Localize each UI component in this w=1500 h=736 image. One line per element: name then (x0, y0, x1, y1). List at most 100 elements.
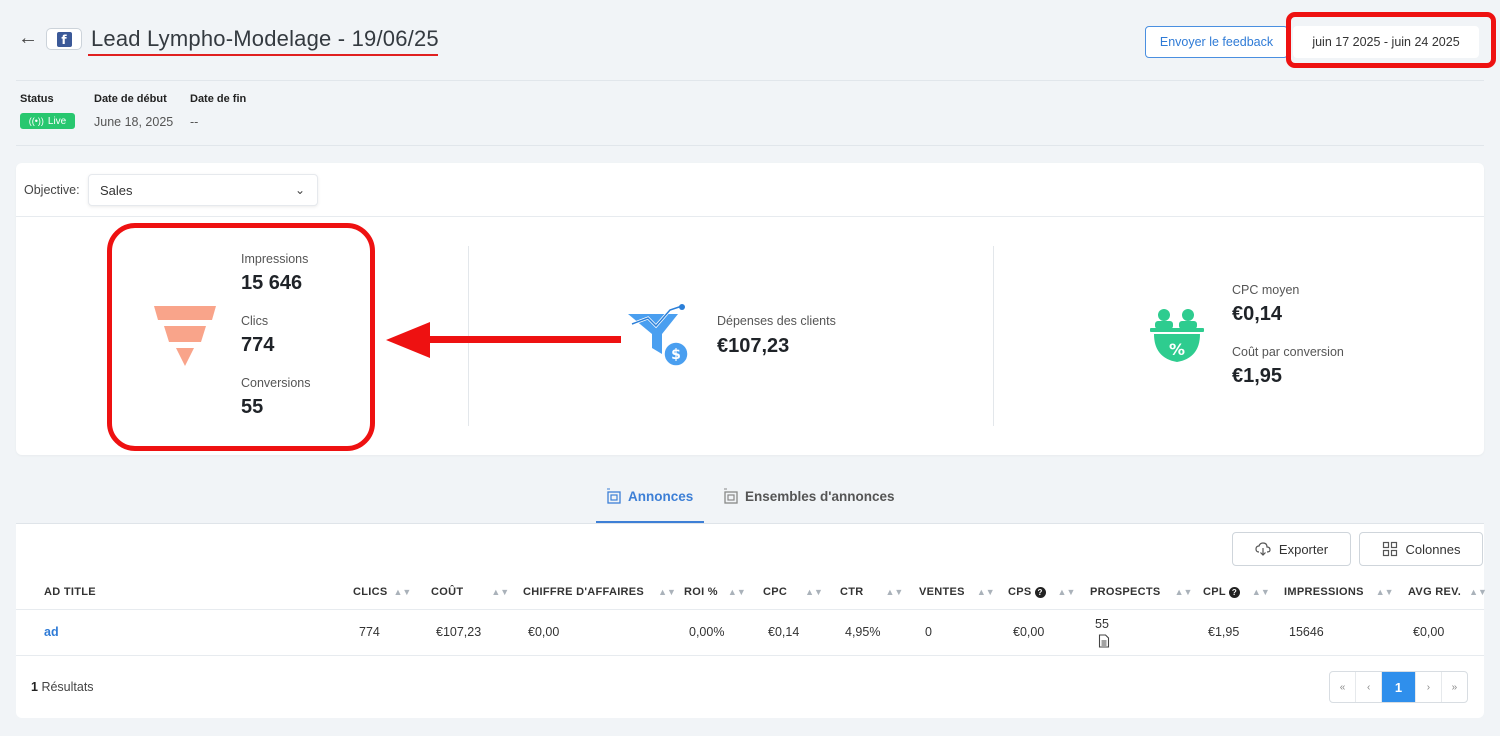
col-header-label: COÛT (431, 586, 464, 598)
col-header-label: ROI % (684, 586, 718, 598)
col-header-label: CPS (1008, 586, 1032, 598)
col-header-cps[interactable]: CPS? ▲▼ (1008, 586, 1075, 598)
results-count: 1 Résultats (31, 680, 94, 694)
active-tab-indicator (596, 521, 704, 523)
col-header-label: CTR (840, 586, 864, 598)
date-range-highlight-annotation (1286, 12, 1496, 68)
sort-icon: ▲▼ (1251, 587, 1270, 597)
col-header-label: PROSPECTS (1090, 586, 1161, 598)
end-date-label: Date de fin (190, 93, 247, 105)
col-header-roi[interactable]: ROI % ▲▼ (684, 586, 746, 598)
facebook-badge: f (46, 28, 82, 50)
document-icon[interactable] (1098, 634, 1110, 648)
funnel-highlight-annotation (107, 223, 375, 451)
header-divider (16, 80, 1484, 81)
col-header-clics[interactable]: CLICS ▲▼ (353, 586, 411, 598)
header-row-divider (16, 609, 1484, 610)
col-header-impressions[interactable]: IMPRESSIONS ▲▼ (1284, 586, 1394, 598)
ad-title-link[interactable]: ad (44, 625, 59, 639)
start-date-label: Date de début (94, 93, 167, 105)
pager-page-1[interactable]: 1 (1382, 672, 1416, 702)
pager-prev-button[interactable]: ‹ (1356, 672, 1383, 702)
end-date-value: -- (190, 115, 199, 129)
data-row-divider (16, 655, 1484, 656)
pager-next-button[interactable]: › (1416, 672, 1442, 702)
objective-select[interactable]: Sales ⌄ (88, 174, 318, 206)
col-header-label: VENTES (919, 586, 965, 598)
col-header-chiffre-affaires[interactable]: CHIFFRE D'AFFAIRES ▲▼ (523, 586, 676, 598)
page-title: Lead Lympho-Modelage - 19/06/25 (91, 26, 439, 51)
pagination: « ‹ 1 › » (1329, 671, 1468, 703)
feedback-button[interactable]: Envoyer le feedback (1145, 26, 1288, 58)
sort-icon: ▲▼ (491, 587, 510, 597)
col-header-ctr[interactable]: CTR ▲▼ (840, 586, 903, 598)
help-icon[interactable]: ? (1228, 586, 1240, 598)
status-value: Live (47, 115, 67, 127)
adset-image-icon (724, 488, 738, 504)
col-header-label: CHIFFRE D'AFFAIRES (523, 586, 645, 598)
tab-ensembles-label: Ensembles d'annonces (745, 488, 895, 504)
cell-ventes: 0 (925, 625, 932, 639)
cpa-value: €1,95 (1232, 365, 1283, 387)
start-date-value: June 18, 2025 (94, 115, 174, 129)
title-underline-annotation (88, 54, 438, 56)
cell-cps: €0,00 (1013, 625, 1045, 639)
cell-clics: 774 (359, 625, 380, 639)
export-label: Exporter (1278, 541, 1329, 557)
sort-icon: ▲▼ (976, 587, 995, 597)
facebook-icon: f (56, 31, 72, 47)
col-header-avg-rev[interactable]: AVG REV. ▲▼ (1408, 586, 1487, 598)
col-header-ad-title[interactable]: AD TITLE (44, 586, 96, 598)
cell-cpl: €1,95 (1208, 625, 1240, 639)
svg-text:%: % (1169, 340, 1185, 359)
export-button[interactable]: Exporter (1232, 532, 1351, 566)
meta-divider (16, 145, 1484, 146)
cpa-label: Coût par conversion (1232, 345, 1344, 359)
cell-ctr: 4,95% (845, 625, 881, 639)
live-signal-icon: ((•)) (28, 116, 44, 126)
columns-grid-icon (1382, 541, 1397, 557)
sort-icon: ▲▼ (658, 587, 676, 597)
back-arrow-icon[interactable]: ← (18, 26, 38, 50)
columns-button[interactable]: Colonnes (1359, 532, 1483, 566)
spend-value: €107,23 (717, 335, 790, 357)
spend-label: Dépenses des clients (717, 314, 836, 328)
card-divider (16, 216, 1484, 217)
sort-icon: ▲▼ (1375, 587, 1394, 597)
pager-first-button[interactable]: « (1330, 672, 1357, 702)
sort-icon: ▲▼ (1057, 587, 1076, 597)
cloud-download-icon (1255, 542, 1271, 556)
chevron-down-icon: ⌄ (294, 183, 305, 197)
col-header-prospects[interactable]: PROSPECTS ▲▼ (1090, 586, 1192, 598)
col-header-cpl[interactable]: CPL? ▲▼ (1203, 586, 1270, 598)
col-header-label: AD TITLE (44, 586, 96, 598)
cell-cout: €107,23 (436, 625, 482, 639)
stat-divider (993, 246, 994, 426)
sort-icon: ▲▼ (727, 587, 746, 597)
cell-impressions: 15646 (1289, 625, 1324, 639)
col-header-label: CPL (1203, 586, 1226, 598)
ad-image-icon (607, 488, 621, 504)
col-header-label: CPC (763, 586, 788, 598)
arrow-annotation-head (386, 322, 430, 358)
col-header-cpc[interactable]: CPC ▲▼ (763, 586, 823, 598)
tab-ensembles-annonces[interactable]: Ensembles d'annonces (723, 488, 895, 504)
columns-label: Colonnes (1405, 541, 1461, 557)
cpc-label: CPC moyen (1232, 283, 1300, 297)
sort-icon: ▲▼ (1174, 587, 1193, 597)
status-label: Status (20, 93, 54, 105)
tab-annonces[interactable]: Annonces (606, 488, 693, 504)
sort-icon: ▲▼ (885, 587, 904, 597)
results-label: Résultats (41, 680, 94, 694)
help-icon[interactable]: ? (1034, 586, 1046, 598)
sort-icon: ▲▼ (805, 587, 823, 597)
arrow-annotation-line (420, 336, 621, 343)
svg-text:$: $ (671, 347, 681, 363)
col-header-label: IMPRESSIONS (1284, 586, 1364, 598)
col-header-cout[interactable]: COÛT ▲▼ (431, 586, 509, 598)
objective-label: Objective: (24, 183, 80, 197)
cell-roi: 0,00% (689, 625, 725, 639)
cpc-value: €0,14 (1232, 303, 1283, 325)
col-header-ventes[interactable]: VENTES ▲▼ (919, 586, 995, 598)
pager-last-button[interactable]: » (1442, 672, 1467, 702)
